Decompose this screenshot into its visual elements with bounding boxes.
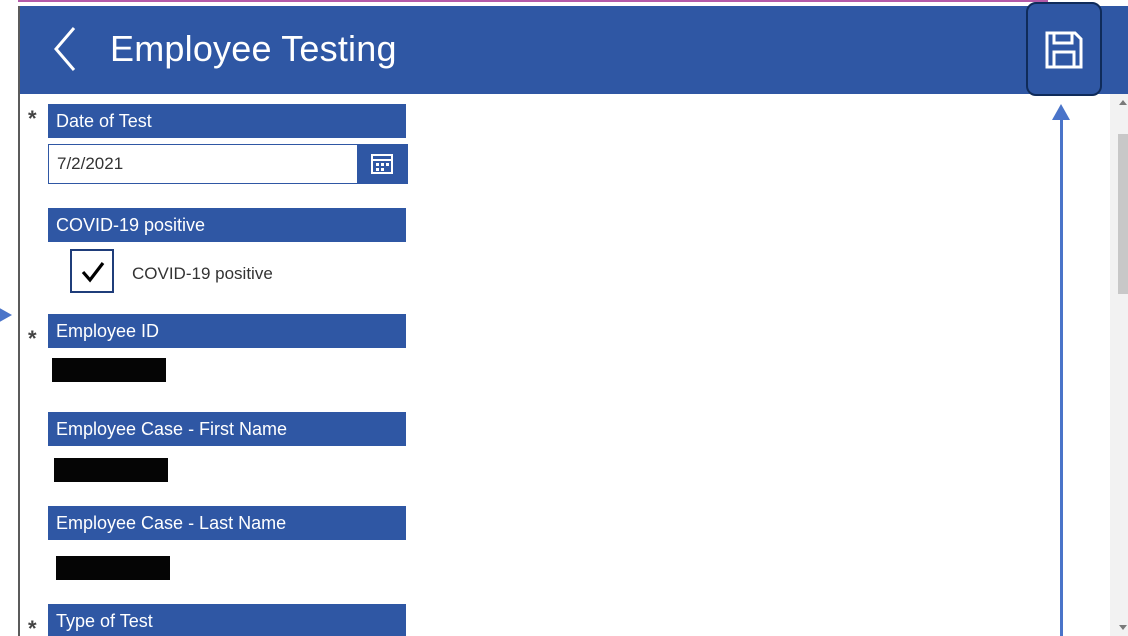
required-marker: *: [28, 616, 37, 636]
required-marker: *: [28, 326, 37, 351]
calendar-icon: [371, 154, 393, 174]
annotation-arrow-line: [1060, 118, 1063, 636]
save-button[interactable]: [1026, 2, 1102, 96]
form-content: * Date of Test 7/2/2021 COVID-19 positiv…: [20, 94, 1110, 636]
page-title: Employee Testing: [110, 28, 397, 69]
scroll-up-icon[interactable]: [1119, 100, 1127, 105]
checkbox-label: COVID-19 positive: [132, 264, 273, 283]
covid-positive-checkbox[interactable]: [70, 249, 114, 293]
label-covid-positive: COVID-19 positive: [48, 208, 406, 242]
app-header: Employee Testing: [20, 6, 1128, 94]
checkmark-icon: [81, 262, 105, 283]
accent-line: [18, 0, 1048, 2]
label-first-name: Employee Case - First Name: [48, 412, 406, 446]
annotation-arrow-head: [1052, 104, 1070, 120]
chevron-left-icon: [54, 27, 76, 71]
label-employee-id: Employee ID: [48, 314, 406, 348]
required-marker: *: [28, 106, 37, 131]
calendar-button[interactable]: [357, 145, 407, 183]
scroll-thumb[interactable]: [1118, 134, 1128, 294]
first-name-value-redacted[interactable]: [54, 458, 168, 482]
employee-id-value-redacted[interactable]: [52, 358, 166, 382]
annotation-arrow-left: [0, 306, 12, 324]
last-name-value-redacted[interactable]: [56, 556, 170, 580]
label-date-of-test: Date of Test: [48, 104, 406, 138]
date-value: 7/2/2021: [57, 154, 124, 173]
scroll-down-icon[interactable]: [1119, 625, 1127, 630]
label-type-of-test: Type of Test: [48, 604, 406, 636]
date-of-test-input[interactable]: 7/2/2021: [48, 144, 408, 184]
vertical-scrollbar[interactable]: [1110, 94, 1128, 636]
save-icon: [1045, 31, 1083, 69]
back-button[interactable]: [46, 24, 86, 74]
label-last-name: Employee Case - Last Name: [48, 506, 406, 540]
app-window: Employee Testing * Date of Test 7/2/2021…: [18, 6, 1128, 636]
